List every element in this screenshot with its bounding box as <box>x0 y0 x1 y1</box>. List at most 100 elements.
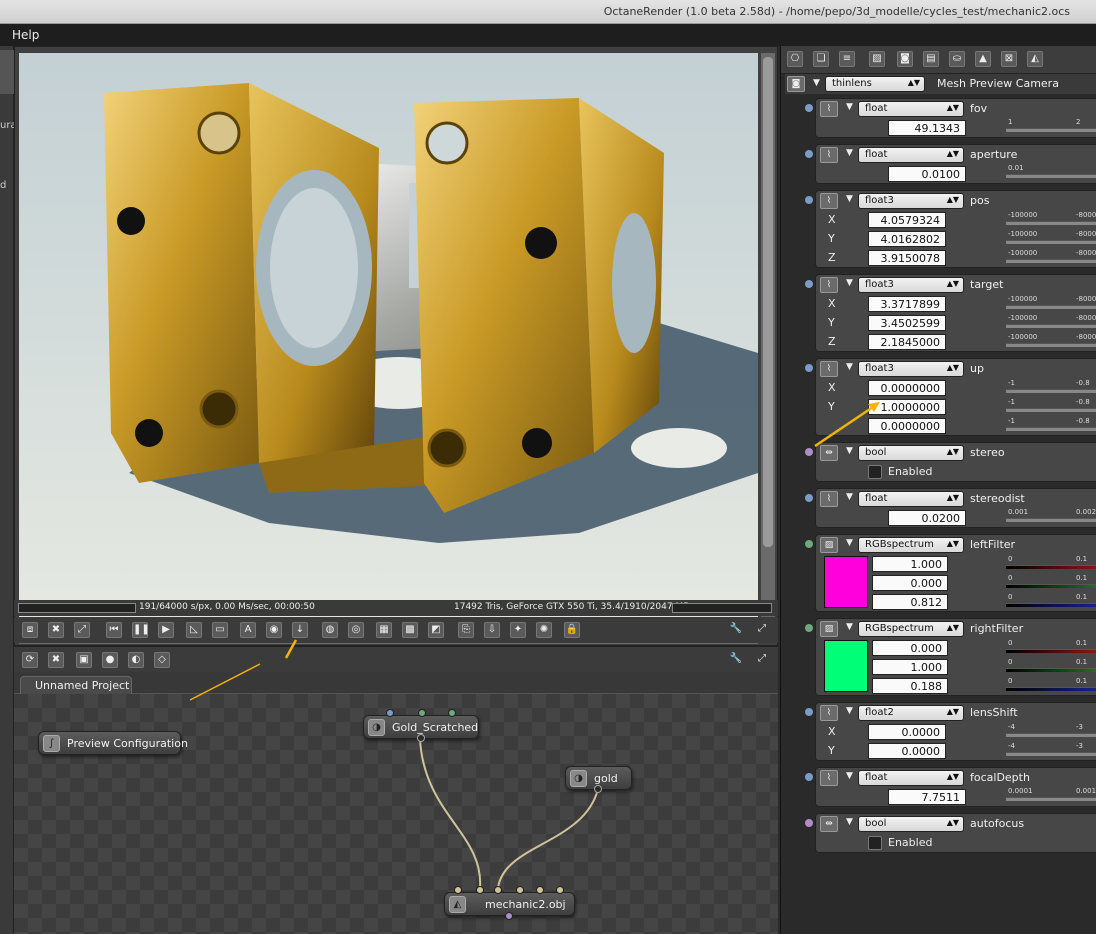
wrench-icon[interactable]: 🔧 <box>728 622 744 638</box>
graph-clear-icon[interactable]: ✖ <box>48 652 64 668</box>
value-slider[interactable]: 12 <box>1006 118 1096 135</box>
value-slider[interactable]: 0.001 0.002 <box>1006 508 1096 525</box>
camera-icon[interactable]: ◙ <box>897 51 913 67</box>
contrast-icon[interactable]: ◩ <box>428 622 444 638</box>
param-g-field[interactable]: 1.000 <box>872 659 948 675</box>
collapse-icon[interactable]: ▼ <box>846 771 853 781</box>
value-slider[interactable]: -1 -0.8 <box>1006 398 1096 415</box>
curve-icon[interactable]: ⌇ <box>820 705 838 721</box>
enabled-checkbox[interactable] <box>868 836 882 850</box>
param-pin[interactable] <box>805 773 813 781</box>
node-graph[interactable]: ∫ Preview Configuration ◑ Gold_Scratched… <box>14 694 778 934</box>
wrench-icon[interactable]: 🔧 <box>728 652 744 668</box>
color-slider[interactable]: 0 0.1 <box>1006 593 1096 610</box>
collapse-icon[interactable]: ▼ <box>846 278 853 288</box>
checker-icon[interactable]: ▩ <box>402 622 418 638</box>
param-z-field[interactable]: 2.1845000 <box>868 334 946 350</box>
screenshot-icon[interactable]: ⧈ <box>22 622 38 638</box>
curve-icon[interactable]: ⌇ <box>820 277 838 293</box>
collapse-icon[interactable]: ▼ <box>846 102 853 112</box>
clear-icon[interactable]: ✖ <box>48 622 64 638</box>
input-pin[interactable] <box>454 886 462 894</box>
restart-icon[interactable]: ⏮ <box>106 622 122 638</box>
collapse-icon[interactable]: ▼ <box>846 446 853 456</box>
param-y-field[interactable]: 3.4502599 <box>868 315 946 331</box>
param-pin[interactable] <box>805 624 813 632</box>
alpha-icon[interactable]: ▦ <box>376 622 392 638</box>
color-icon[interactable]: ▨ <box>820 537 838 553</box>
input-pin[interactable] <box>476 886 484 894</box>
collapse-icon[interactable]: ▼ <box>846 362 853 372</box>
node-preview-configuration[interactable]: ∫ Preview Configuration <box>38 731 188 755</box>
value-slider[interactable]: -100000 -80000 <box>1006 230 1096 247</box>
input-pin[interactable] <box>448 709 456 717</box>
color-slider[interactable]: 0 0.1 <box>1006 677 1096 694</box>
param-g-field[interactable]: 0.000 <box>872 575 948 591</box>
camera-type-select[interactable]: thinlens ▲▼ <box>825 76 925 92</box>
maximize-icon[interactable]: ⤢ <box>754 652 770 668</box>
param-y-field[interactable]: 4.0162802 <box>868 231 946 247</box>
param-x-field[interactable]: 0.0000 <box>868 724 946 740</box>
render-viewport[interactable] <box>19 53 758 628</box>
toggle-icon[interactable]: ⇹ <box>820 816 838 832</box>
maximize-icon[interactable]: ⤢ <box>754 622 770 638</box>
curve-icon[interactable]: ⌇ <box>820 770 838 786</box>
param-b-field[interactable]: 0.188 <box>872 678 948 694</box>
input-pin[interactable] <box>494 886 502 894</box>
value-slider[interactable]: -100000 -80000 <box>1006 333 1096 350</box>
param-pin[interactable] <box>805 196 813 204</box>
output-pin[interactable] <box>505 912 513 920</box>
autofocus-icon[interactable]: A <box>240 622 256 638</box>
object-pick-icon[interactable]: ◎ <box>348 622 364 638</box>
param-pin[interactable] <box>805 280 813 288</box>
curve-icon[interactable]: ⌇ <box>820 147 838 163</box>
value-slider[interactable]: 0.01 <box>1006 164 1096 181</box>
camera-settings-icon[interactable]: ⎔ <box>787 51 803 67</box>
value-slider[interactable]: -100000 -80000 <box>1006 295 1096 312</box>
param-type-select[interactable]: float3 ▲▼ <box>858 361 964 377</box>
pause-icon[interactable]: ❚❚ <box>132 622 150 638</box>
collapse-icon[interactable]: ▼ <box>846 492 853 502</box>
mesh-icon[interactable]: ◭ <box>1027 51 1043 67</box>
param-value-field[interactable]: 0.0200 <box>888 510 966 526</box>
collapse-icon[interactable]: ▼ <box>846 706 853 716</box>
param-pin[interactable] <box>805 708 813 716</box>
input-pin[interactable] <box>536 886 544 894</box>
material-pick-icon[interactable]: ◍ <box>322 622 338 638</box>
layers-icon[interactable]: ❏ <box>813 51 829 67</box>
fit-icon[interactable]: ⤢ <box>74 622 90 638</box>
collapse-icon[interactable]: ▼ <box>846 817 853 827</box>
focus-pick-icon[interactable]: ◉ <box>266 622 282 638</box>
param-y-field[interactable]: 0.0000 <box>868 743 946 759</box>
region-icon[interactable]: ◺ <box>186 622 202 638</box>
export-icon[interactable]: ⇩ <box>484 622 500 638</box>
scroll-thumb[interactable] <box>763 57 773 547</box>
collapse-icon[interactable]: ▼ <box>813 78 820 88</box>
play-icon[interactable]: ▶ <box>158 622 174 638</box>
kernel-icon[interactable]: ⊠ <box>1001 51 1017 67</box>
left-dock-tab[interactable] <box>0 50 14 94</box>
color-swatch[interactable] <box>824 640 868 692</box>
input-pin[interactable] <box>516 886 524 894</box>
param-type-select[interactable]: float2 ▲▼ <box>858 705 964 721</box>
input-pin[interactable] <box>418 709 426 717</box>
color-slider[interactable]: 0 0.1 <box>1006 639 1096 656</box>
param-pin[interactable] <box>805 150 813 158</box>
curve-icon[interactable]: ⌇ <box>820 491 838 507</box>
param-y-field[interactable]: 1.0000000 <box>868 399 946 415</box>
value-slider[interactable]: -100000 -80000 <box>1006 314 1096 331</box>
value-slider[interactable]: -4 -3 <box>1006 723 1096 740</box>
collapse-icon[interactable]: ▼ <box>846 194 853 204</box>
param-x-field[interactable]: 0.0000000 <box>868 380 946 396</box>
imager-icon[interactable]: ▲ <box>975 51 991 67</box>
collapse-icon[interactable]: ▼ <box>846 622 853 632</box>
param-z-field[interactable]: 0.0000000 <box>868 418 946 434</box>
param-type-select[interactable]: RGBspectrum ▲▼ <box>858 621 964 637</box>
param-type-select[interactable]: float ▲▼ <box>858 770 964 786</box>
graph-node-icon[interactable]: ◇ <box>154 652 170 668</box>
image-icon[interactable]: ▨ <box>869 51 885 67</box>
value-slider[interactable]: -100000 -80000 <box>1006 211 1096 228</box>
param-r-field[interactable]: 0.000 <box>872 640 948 656</box>
param-x-field[interactable]: 3.3717899 <box>868 296 946 312</box>
graph-material-icon[interactable]: ● <box>102 652 118 668</box>
